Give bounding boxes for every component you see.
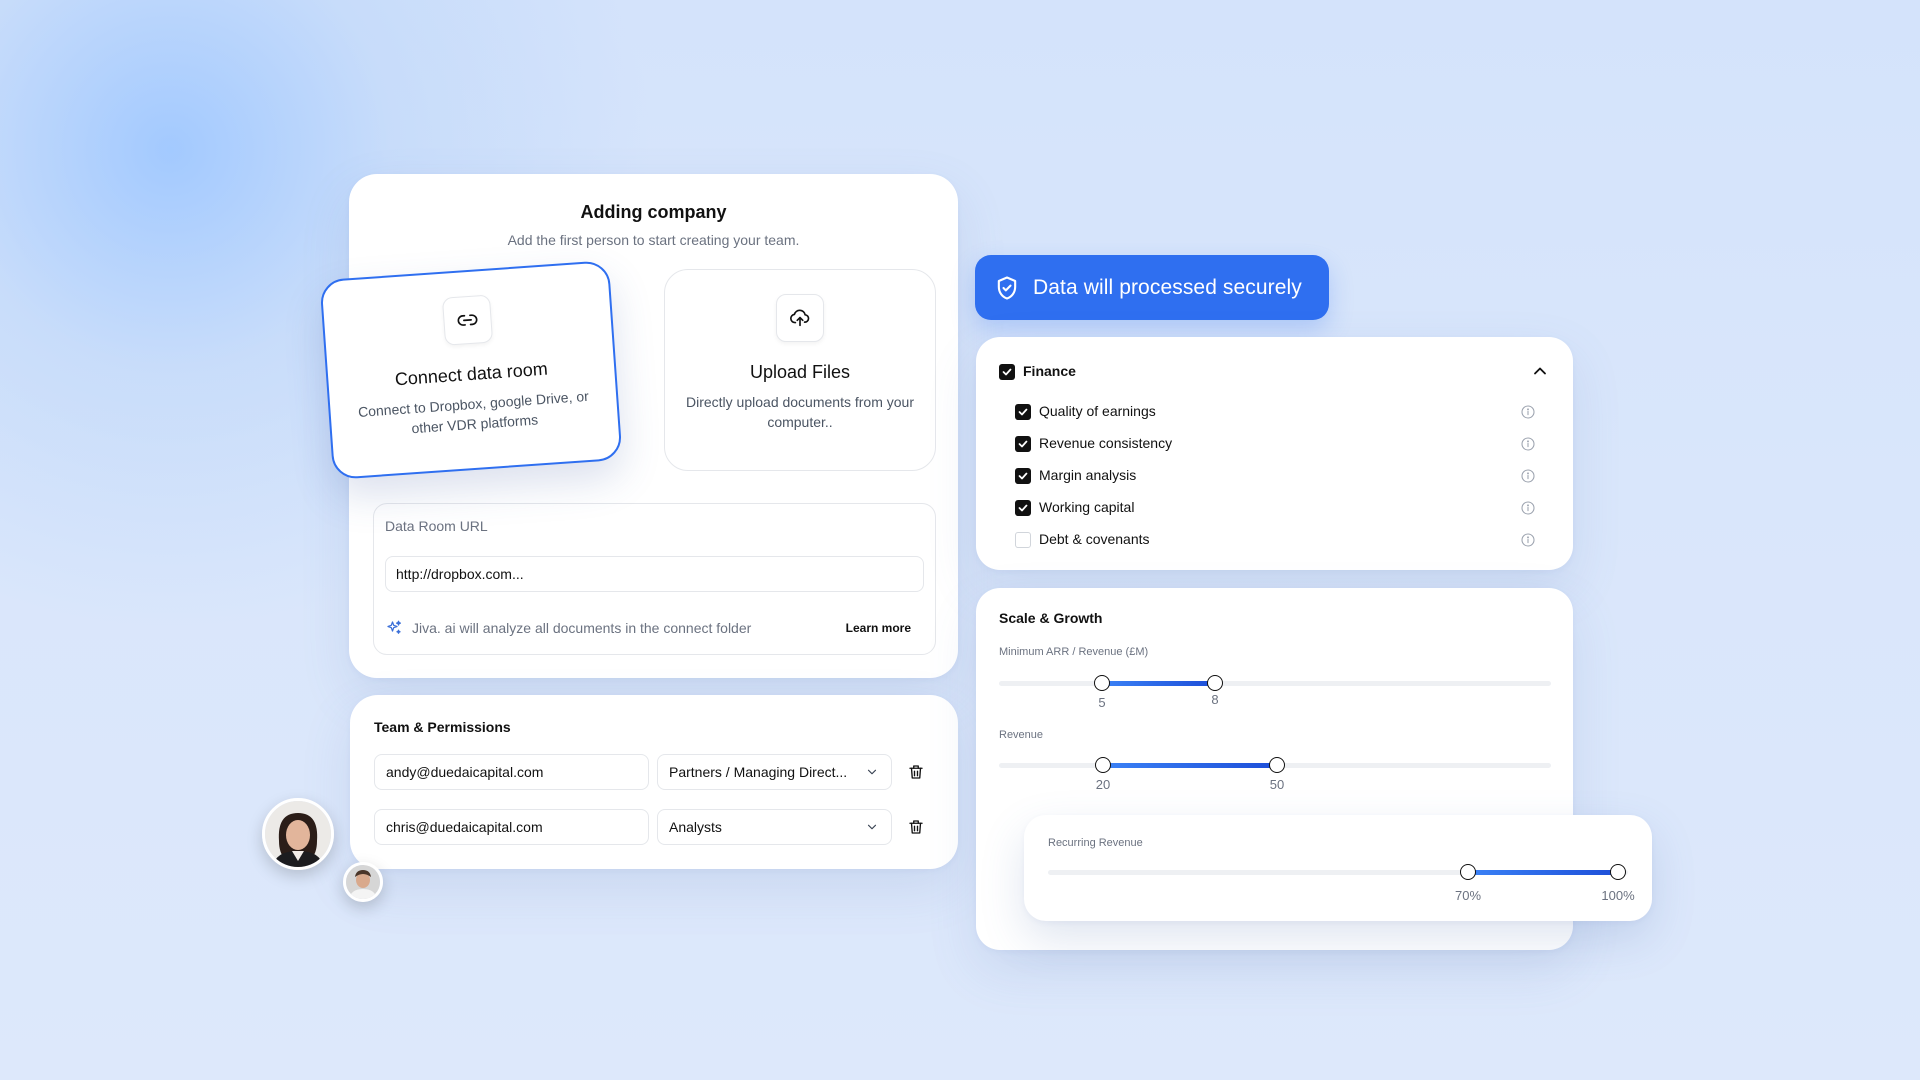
info-icon[interactable] [1520,468,1536,484]
upload-files-title: Upload Files [749,362,851,382]
item-checkbox[interactable] [1015,500,1031,516]
arr-slider-fill [1102,681,1215,686]
sparkle-icon [387,620,402,634]
team-permissions-card: Team & Permissions andy@duedaicapital.co… [350,695,958,869]
info-icon[interactable] [1520,436,1536,452]
item-checkbox[interactable] [1015,436,1031,452]
data-room-url-panel: Data Room URL http://dropbox.com... Jiva… [373,503,936,655]
info-icon[interactable] [1520,532,1536,548]
recurring-slider-fill [1468,870,1618,875]
revenue-slider-fill [1103,763,1277,768]
arr-max-value: 8 [1211,692,1219,707]
revenue-min-handle[interactable] [1095,757,1111,773]
member-email-field[interactable]: andy@duedaicapital.com [374,754,649,790]
info-icon[interactable] [1520,404,1536,420]
finance-item-label: Quality of earnings [1039,403,1156,419]
secure-processing-banner: Data will processed securely [975,255,1329,320]
team-permissions-title: Team & Permissions [374,719,511,735]
recurring-max-handle[interactable] [1610,864,1626,880]
chevron-down-icon [867,769,877,775]
member-role-value: Analysts [669,819,722,835]
recurring-max-value: 100% [1601,888,1635,903]
scale-growth-title: Scale & Growth [999,610,1103,626]
data-room-url-input[interactable]: http://dropbox.com... [385,556,924,592]
learn-more-link[interactable]: Learn more [846,621,911,635]
trash-icon[interactable] [907,763,925,781]
secure-banner-text: Data will processed securely [1033,275,1302,299]
arr-slider-label: Minimum ARR / Revenue (£M) [999,646,1149,658]
finance-card: Finance Quality of earnings Revenue cons… [976,337,1573,570]
finance-item-label: Debt & covenants [1039,531,1150,547]
revenue-slider-label: Revenue [999,729,1044,741]
finance-item-label: Working capital [1039,499,1135,515]
revenue-max-handle[interactable] [1269,757,1285,773]
arr-min-value: 5 [1098,695,1106,710]
finance-item-label: Revenue consistency [1039,435,1173,451]
recurring-min-value: 70% [1454,888,1482,903]
member-email-field[interactable]: chris@duedaicapital.com [374,809,649,845]
checkmark-icon [1002,368,1012,376]
upload-files-description: Directly upload documents from your comp… [686,394,914,430]
cloud-upload-icon [776,294,824,342]
upload-files-option[interactable]: Upload Files Directly upload documents f… [664,269,936,471]
finance-item-label: Margin analysis [1039,467,1137,483]
checkmark-icon [1018,440,1028,448]
chevron-up-icon[interactable] [1530,361,1550,381]
adding-company-subtitle: Add the first person to start creating y… [507,232,800,248]
arr-min-handle[interactable] [1094,675,1110,691]
connect-data-room-description: Connect to Dropbox, google Drive, or oth… [357,387,590,437]
adding-company-title: Adding company [580,202,727,222]
arr-max-handle[interactable] [1207,675,1223,691]
checkmark-icon [1018,472,1028,480]
avatar [262,798,334,870]
data-room-url-label: Data Room URL [385,518,488,534]
recurring-revenue-panel: Recurring Revenue 70% 100% [1024,815,1652,921]
finance-checkbox[interactable] [999,364,1015,380]
item-checkbox[interactable] [1015,404,1031,420]
finance-title: Finance [1023,363,1076,379]
member-role-select[interactable]: Analysts [657,809,892,845]
checkmark-icon [1018,504,1028,512]
member-role-value: Partners / Managing Direct... [669,764,848,780]
recurring-slider-label: Recurring Revenue [1048,837,1143,849]
trash-icon[interactable] [907,818,925,836]
checkmark-icon [1018,408,1028,416]
revenue-min-value: 20 [1095,777,1111,792]
chevron-down-icon [867,824,877,830]
item-checkbox[interactable] [1015,468,1031,484]
connect-data-room-option[interactable]: Connect data room Connect to Dropbox, go… [319,260,623,480]
shield-check-icon [997,275,1017,300]
avatar [343,862,383,902]
info-icon[interactable] [1520,500,1536,516]
arr-slider-track[interactable] [999,681,1551,686]
recurring-min-handle[interactable] [1460,864,1476,880]
link-icon [441,294,494,346]
item-checkbox[interactable] [1015,532,1031,548]
member-role-select[interactable]: Partners / Managing Direct... [657,754,892,790]
ai-analysis-note: Jiva. ai will analyze all documents in t… [412,620,752,636]
revenue-max-value: 50 [1269,777,1285,792]
